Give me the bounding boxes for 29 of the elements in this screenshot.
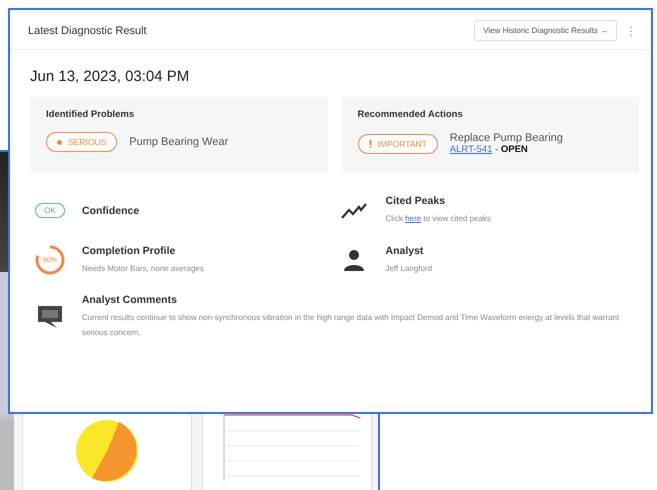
item-title: Cited Peaks [386,195,446,207]
problem-text: Pump Bearing Wear [129,136,228,148]
item-title: Analyst Comments [82,294,178,306]
alert-status: ALRT-541 - OPEN [450,144,529,155]
confidence-badge: OK [35,203,65,218]
comment-text: Current results continue to show non-synchronous vibration in the high range data with Impact Demod and Time Waveform energy at levels that warrant serious concern. [82,312,620,340]
item-title: Analyst [386,244,424,257]
panel-heading: Recommended Actions [358,109,464,120]
panel-heading: Identified Problems [46,109,136,120]
exclamation-icon [368,140,372,148]
pie-chart-drawing [75,419,139,483]
comment-icon [36,305,63,330]
item-description: Needs Motor Bars, none averages [82,262,204,275]
alert-link[interactable]: ALRT-541 [450,144,492,155]
item-title: Completion Profile [82,244,176,257]
history-button[interactable]: View Historic Diagnostic Results → [474,20,617,41]
item-description: Jeff Langford [386,262,432,275]
card-title: Latest Diagnostic Result [28,24,147,36]
here-link[interactable]: here [405,214,422,223]
action-text: Replace Pump Bearing [450,132,563,144]
trend-icon [340,202,366,219]
more-menu[interactable]: ⋮ [625,24,637,38]
person-icon [342,249,364,272]
severity-badge: SERIOUS [46,132,118,152]
item-title: Confidence [82,204,140,217]
severity-badge: IMPORTANT [358,134,438,154]
result-date: Jun 13, 2023, 03:04 PM [29,67,190,87]
dot-icon [57,140,62,144]
item-description: Click here to view cited peaks [386,213,491,225]
